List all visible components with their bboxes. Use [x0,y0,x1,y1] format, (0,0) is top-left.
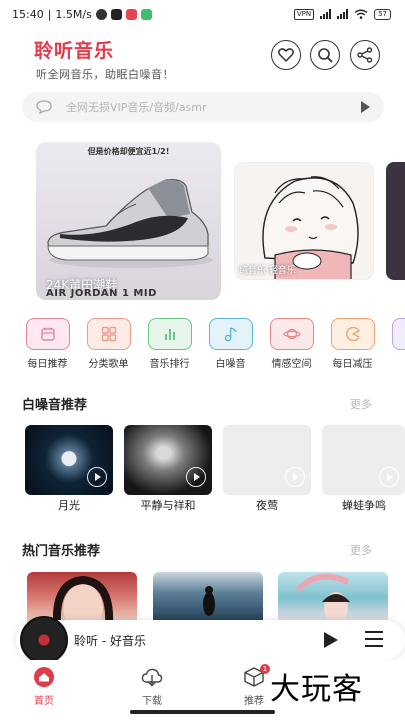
category-daily-recommend[interactable]: 每日推荐 [22,318,73,370]
signal-2-icon [337,9,349,19]
planet-icon [269,318,314,350]
signal-icon [320,9,332,19]
search-placeholder[interactable]: 全网无损VIP音乐/音频/asmr [66,99,361,115]
hot-card-2[interactable] [153,572,263,624]
status-time: 15:40 [12,7,44,21]
favorite-button[interactable] [271,40,301,70]
home-indicator [130,710,275,714]
wifi-icon [354,9,368,19]
play-icon[interactable] [186,467,206,487]
category-emotion[interactable]: 情感空间 [266,318,317,370]
status-left: 15:40 | 1.5M/s [12,8,152,21]
heart-icon [278,48,294,62]
search-icon [318,48,333,63]
tab-label: 下载 [142,696,162,707]
play-icon[interactable] [285,467,305,487]
app-header: 聆听音乐 听全网音乐，助眠白噪音！ [0,30,405,90]
hot-music-more-link[interactable]: 更多 [350,542,372,558]
hot-card-3[interactable] [278,572,388,624]
app-title: 聆听音乐 [34,40,115,62]
notification-badge: 1 [260,664,270,674]
noise-card-cicada[interactable] [322,425,405,495]
share-button[interactable] [350,40,380,70]
banner-girl-caption: 纯音乐·轻音乐 [239,266,296,276]
category-label: 每日推荐 [27,359,68,370]
banner-next-peek[interactable] [386,162,405,280]
search-play-icon[interactable] [361,101,370,113]
hot-music-title: 热门音乐推荐 [22,544,101,559]
status-right: VPN 57 [293,8,391,20]
noise-label: 蝉蛙争鸣 [342,499,386,512]
category-destress[interactable]: 每日减压 [327,318,378,370]
calendar-icon [25,318,70,350]
search-button[interactable] [310,40,340,70]
banner-caption-2: AIR JORDAN 1 MID [46,288,157,299]
play-button[interactable] [324,632,338,648]
music-note-icon [208,318,253,350]
mini-player[interactable]: 聆听 - 好音乐 [16,616,405,664]
vpn-badge: VPN [293,8,315,20]
white-noise-more-link[interactable]: 更多 [350,396,372,412]
category-partial[interactable]: 温 [388,318,405,370]
home-icon [34,667,54,687]
watermark: 大玩客 [270,672,363,707]
category-label: 每日减压 [332,359,373,370]
noise-card-nightingale[interactable] [223,425,311,495]
category-label: 分类歌单 [88,359,129,370]
now-playing-title: 聆听 - 好音乐 [74,634,146,648]
white-noise-title: 白噪音推荐 [22,398,88,413]
tab-home[interactable]: 首页 [14,666,74,707]
category-playlists[interactable]: 分类歌单 [83,318,134,370]
tab-label: 推荐 [244,696,264,707]
search-bar[interactable]: 全网无损VIP音乐/音频/asmr [22,92,384,122]
tab-label: 首页 [34,696,54,707]
noise-card-moonlight[interactable] [25,425,113,495]
noise-label: 夜莺 [256,499,278,512]
banner-shoe[interactable]: 但是价格却便宜近1/2! 24K莆田潮鞋 AIR JORDAN 1 MID [36,142,221,300]
play-icon[interactable] [87,467,107,487]
category-label: 音乐排行 [149,359,190,370]
banner-girl[interactable]: 纯音乐·轻音乐 [234,162,374,280]
tab-download[interactable]: 下载 [122,666,182,707]
category-label: 白噪音 [215,359,246,370]
notification-icon [95,8,107,20]
category-charts[interactable]: 音乐排行 [144,318,195,370]
playlist-icon[interactable] [365,631,383,647]
share-icon [357,47,373,63]
noise-card-calm[interactable] [124,425,212,495]
ocean-figure-image [203,586,215,616]
status-separator: | [47,7,52,21]
bar-chart-icon [147,318,192,350]
pacman-icon [330,318,375,350]
app-subtitle: 听全网音乐，助眠白噪音！ [36,68,174,81]
category-label: 情感空间 [271,359,312,370]
wallet-icon [110,8,122,20]
status-speed: 1.5M/s [55,7,92,21]
app-green-icon [140,8,152,20]
grid-icon [86,318,131,350]
umbrella-girl-image [295,573,350,624]
status-bar: 15:40 | 1.5M/s VPN 57 [0,0,405,28]
app-red-icon [125,8,137,20]
play-icon[interactable] [379,467,399,487]
noise-label: 月光 [58,499,80,512]
vinyl-disc-icon[interactable] [20,616,68,664]
cloud-download-icon [141,668,163,687]
category-row: 每日推荐 分类歌单 音乐排行 白噪音 情感空间 每日减压 温 [22,318,405,370]
battery-icon: 57 [374,8,391,20]
noise-label: 平静与祥和 [140,499,196,512]
category-white-noise[interactable]: 白噪音 [205,318,256,370]
chat-bubble-icon [36,100,52,114]
partial-icon [391,318,405,350]
